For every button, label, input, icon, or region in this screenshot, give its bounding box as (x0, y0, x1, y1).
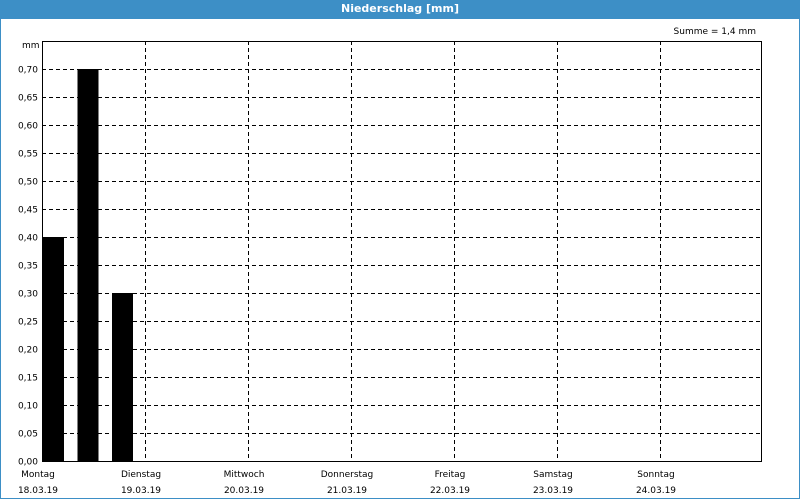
precipitation-chart: mm Summe = 1,4 mm 0,000,050,100,150,200,… (18, 27, 762, 496)
x-tick-day-label: Freitag (435, 470, 466, 480)
x-tick-day-label: Dienstag (121, 470, 161, 480)
x-tick-day-label: Samstag (533, 470, 572, 480)
y-tick-label: 0,50 (18, 178, 38, 188)
x-tick-date-label: 20.03.19 (224, 486, 264, 496)
y-tick-label: 0,05 (18, 430, 38, 440)
x-tick-date-label: 18.03.19 (18, 486, 58, 496)
y-tick-label: 0,35 (18, 262, 38, 272)
x-tick-day-label: Donnerstag (321, 470, 374, 480)
x-tick-date-label: 21.03.19 (327, 486, 367, 496)
x-tick-day-label: Montag (21, 470, 55, 480)
y-tick-label: 0,20 (18, 346, 38, 356)
y-tick-label: 0,45 (18, 206, 38, 216)
y-tick-label: 0,25 (18, 318, 38, 328)
x-tick-day-label: Sonntag (637, 470, 674, 480)
y-tick-label: 0,10 (18, 402, 38, 412)
x-tick-date-label: 22.03.19 (430, 486, 470, 496)
x-tick-date-label: 24.03.19 (636, 486, 676, 496)
y-tick-label: 0,60 (18, 122, 38, 132)
x-axis-ticks: Montag 18.03.19 Dienstag 19.03.19 Mittwoch 20… (18, 470, 676, 496)
y-unit-label: mm (22, 41, 40, 51)
grid-lines (42, 41, 761, 461)
y-tick-label: 0,70 (18, 66, 38, 76)
plot-area-border (42, 41, 762, 462)
y-tick-label: 0,55 (18, 150, 38, 160)
x-tick-date-label: 19.03.19 (121, 486, 161, 496)
x-tick-day-label: Mittwoch (224, 470, 265, 480)
y-tick-label: 0,00 (18, 458, 38, 468)
y-tick-label: 0,30 (18, 290, 38, 300)
y-axis-ticks: 0,00 0,05 0,10 0,15 0,20 0,25 0,30 0,35 0,40 0,45… (18, 66, 38, 468)
sum-label: Summe = 1,4 mm (674, 27, 756, 37)
y-tick-label: 0,40 (18, 234, 38, 244)
y-tick-label: 0,65 (18, 94, 38, 104)
x-tick-date-label: 23.03.19 (533, 486, 573, 496)
bar (43, 237, 64, 461)
y-tick-label: 0,15 (18, 374, 38, 384)
bar (77, 69, 99, 461)
bar (112, 293, 133, 461)
